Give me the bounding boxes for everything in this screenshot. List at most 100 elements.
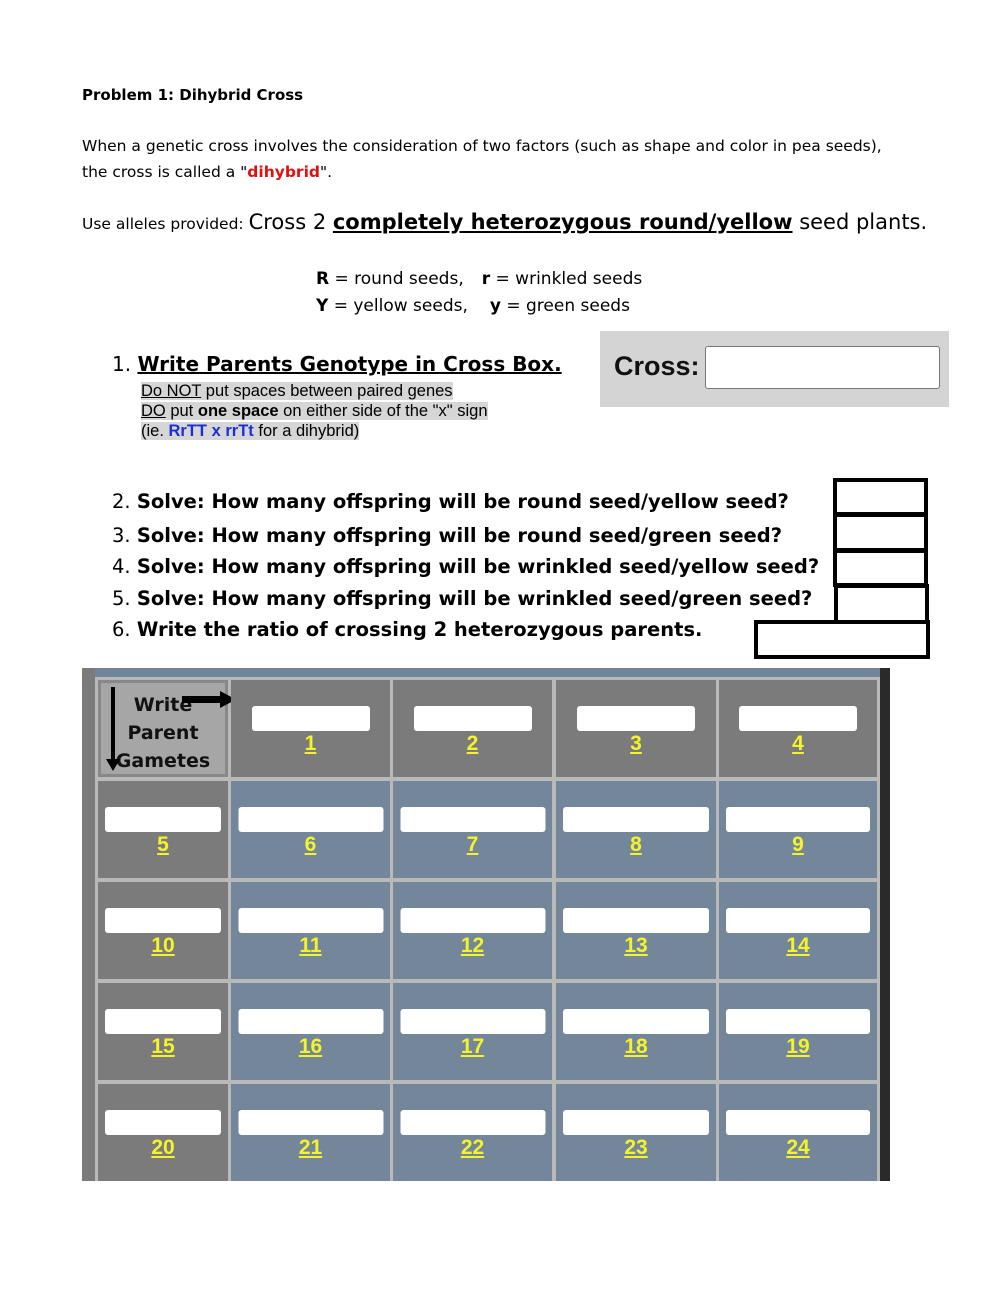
offspring-genotype-input[interactable] [726,1110,870,1135]
cell-number-label: 15 [151,1035,175,1058]
answer-box-5[interactable] [834,584,929,624]
offspring-genotype-input[interactable] [563,1110,709,1135]
cell-number-label: 4 [792,732,804,755]
arrow-down-icon [106,687,120,771]
offspring-cell: 6 [231,781,390,878]
gamete-input[interactable] [105,908,221,933]
offspring-cell: 7 [393,781,552,878]
gamete-input[interactable] [105,1110,221,1135]
gamete-cell: 4 [719,680,877,777]
answer-box-6[interactable] [754,620,930,659]
cell-number-label: 14 [786,934,810,957]
cross-format-notes: Do NOT put spaces between paired genes D… [141,381,488,441]
cell-number-label: 8 [630,833,642,856]
offspring-genotype-input[interactable] [238,1009,383,1034]
gamete-cell: 1 [231,680,390,777]
offspring-cell: 19 [719,983,877,1080]
gamete-input[interactable] [105,807,221,832]
cell-number-label: 17 [460,1035,485,1058]
instruction-prefix: Use alleles provided: [82,215,249,233]
offspring-genotype-input[interactable] [563,1009,709,1034]
offspring-genotype-input[interactable] [400,1009,545,1034]
intro-paragraph: When a genetic cross involves the consid… [82,133,902,185]
question-2: 2. Solve: How many offspring will be rou… [112,486,819,519]
question-text: Solve: How many offspring will be round … [136,523,783,547]
gamete-input[interactable] [413,706,532,731]
instruction-line: Use alleles provided: Cross 2 completely… [82,210,927,234]
example-genotype: RrTT x rrTt [168,422,254,440]
arrow-right-icon [182,691,236,708]
offspring-genotype-input[interactable] [726,807,870,832]
question-6: 6. Write the ratio of crossing 2 heteroz… [112,614,819,647]
gamete-input[interactable] [251,706,370,731]
punnett-square: Write Parent Gametes 1 2 3 4 5 6 7 8 9 10 11 12 13 14 15 1… [82,668,890,1181]
gamete-cell: 3 [556,680,716,777]
offspring-genotype-input[interactable] [400,1110,545,1135]
cell-number-label: 20 [151,1136,175,1159]
offspring-genotype-input[interactable] [726,1009,870,1034]
offspring-genotype-input[interactable] [238,908,383,933]
question-list: 2. Solve: How many offspring will be rou… [112,486,819,647]
question-5: 5. Solve: How many offspring will be wri… [112,583,819,616]
question-text: Solve: How many offspring will be wrinkl… [136,555,820,578]
offspring-genotype-input[interactable] [238,1110,383,1135]
cross-panel: Cross: [600,331,949,407]
offspring-cell: 24 [719,1084,877,1181]
note-text: put [165,402,198,420]
grid-right-border [880,668,890,1181]
cell-number-label: 7 [466,833,479,856]
problem-title: Problem 1: Dihybrid Cross [82,86,304,104]
cell-number-label: 2 [466,732,479,755]
question-text: Write the ratio of crossing 2 heterozygo… [136,618,703,641]
gamete-input[interactable] [739,706,857,731]
question-text: Solve: How many offspring will be round … [136,490,789,513]
question-number: 4. [112,555,131,578]
offspring-genotype-input[interactable] [563,807,709,832]
cell-number-label: 16 [298,1035,323,1058]
note-text: put spaces between paired genes [201,382,453,400]
offspring-cell: 12 [393,882,552,979]
question-number: 3. [112,523,131,547]
gamete-cell: 15 [98,983,228,1080]
cell-number-label: 13 [624,934,648,957]
offspring-genotype-input[interactable] [400,807,545,832]
allele-key: R = round seeds, r = wrinkled seeds Y = y… [316,266,642,320]
allele-desc: = green seeds [500,296,630,316]
question-4: 4. Solve: How many offspring will be wri… [112,551,819,584]
cell-number-label: 22 [460,1136,485,1159]
cell-number-label: 10 [151,934,175,957]
dihybrid-keyword: dihybrid [247,163,320,181]
allele-row-shape: R = round seeds, r = wrinkled seeds [316,266,642,293]
question-number: 1. [112,352,132,376]
question-text: Solve: How many offspring will be wrinkl… [136,586,813,610]
offspring-cell: 9 [719,781,877,878]
gamete-cell: 10 [98,882,228,979]
gamete-input[interactable] [577,706,695,731]
offspring-genotype-input[interactable] [238,807,383,832]
offspring-genotype-input[interactable] [726,908,870,933]
gamete-input[interactable] [105,1009,221,1034]
allele-symbol: Y [316,296,329,316]
cross-label: Cross: [614,351,700,381]
cross-input[interactable] [705,346,940,389]
cell-number-label: 18 [624,1035,648,1058]
allele-desc: = yellow seeds, [328,296,468,316]
allele-desc: = round seeds, [329,269,464,289]
offspring-cell: 13 [556,882,716,979]
note-emphasis: DO [141,402,166,420]
answer-box-4[interactable] [833,549,928,587]
answer-box-2[interactable] [833,478,928,516]
offspring-cell: 17 [393,983,552,1080]
cell-number-label: 23 [624,1136,648,1159]
cell-number-label: 3 [630,732,642,755]
instruction-suffix: seed plants. [792,210,928,234]
gamete-cell: 20 [98,1084,228,1181]
offspring-cell: 11 [231,882,390,979]
answer-box-3[interactable] [833,513,928,552]
offspring-cell: 23 [556,1084,716,1181]
offspring-genotype-input[interactable] [563,908,709,933]
question-3: 3. Solve: How many offspring will be rou… [112,520,819,553]
offspring-cell: 22 [393,1084,552,1181]
cell-number-label: 6 [304,833,317,856]
offspring-genotype-input[interactable] [400,908,545,933]
